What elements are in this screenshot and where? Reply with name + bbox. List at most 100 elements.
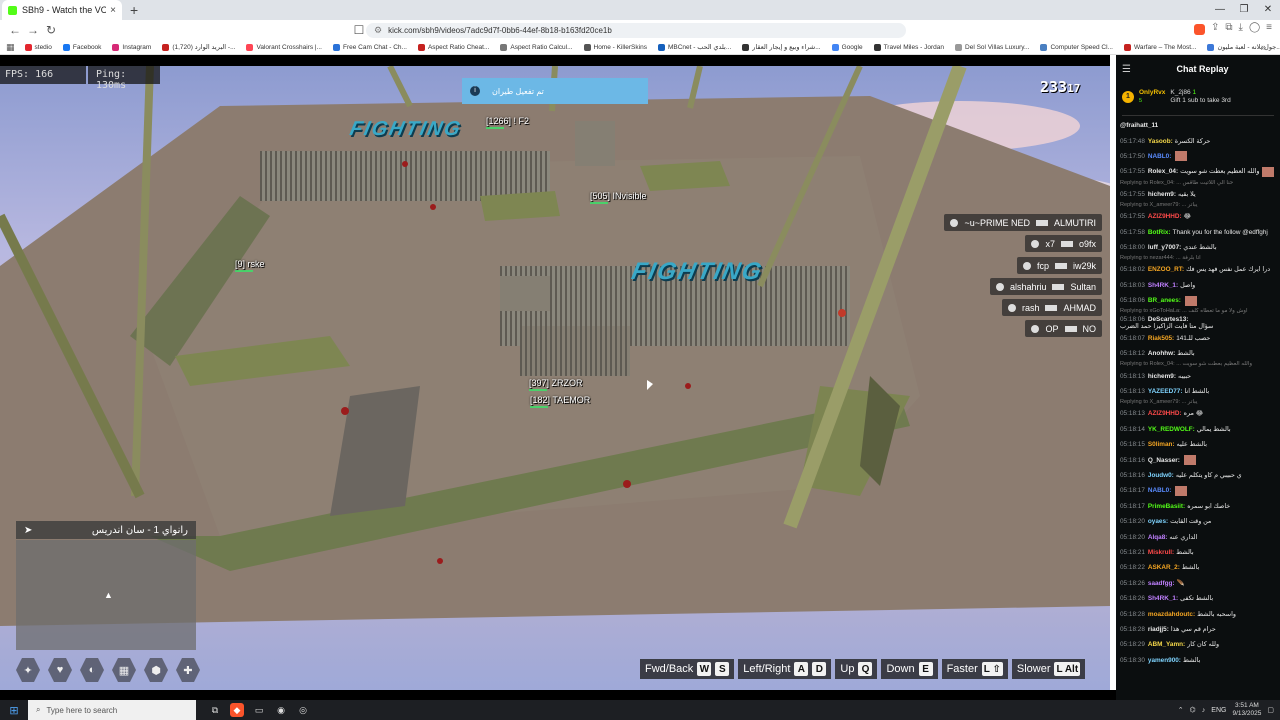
chat-username[interactable]: yamen900:: [1148, 657, 1181, 664]
bookmark-item[interactable]: Warfare – The Most...: [1123, 43, 1196, 51]
chat-message[interactable]: 05:18:14 YK_REDWOLF: بالشط يمالي: [1116, 422, 1280, 437]
bookmarks-overflow-icon[interactable]: »: [1261, 42, 1266, 52]
chat-message[interactable]: 05:17:55 AZIZ9HHD: 😂: [1116, 209, 1280, 224]
chat-message[interactable]: 05:18:07 Riak505: حصب للـ141: [1116, 331, 1280, 346]
back-icon[interactable]: ←: [6, 23, 24, 37]
bookmark-item[interactable]: Instagram: [112, 43, 151, 51]
chat-message[interactable]: 05:18:30 yamen900: بالشط: [1116, 653, 1280, 668]
chat-message[interactable]: 05:18:17 NABL0:: [1116, 483, 1280, 498]
chat-username[interactable]: BR_anees:: [1148, 297, 1181, 304]
chat-username[interactable]: S0liman:: [1148, 441, 1175, 448]
bookmark-item[interactable]: stedio: [24, 43, 52, 51]
chat-username[interactable]: AZIZ9HHD:: [1148, 410, 1182, 417]
chat-message[interactable]: 05:18:06 BR_anees:: [1116, 293, 1280, 308]
chat-message[interactable]: 05:18:15 S0liman: بالشط عليه: [1116, 437, 1280, 452]
bookmark-item[interactable]: Computer Speed Cl...: [1040, 43, 1113, 51]
share-icon[interactable]: ⇪: [1211, 22, 1219, 35]
chat-message[interactable]: 05:18:16 Joudw0: ي حبيبي م كاو يتكلم عليه: [1116, 468, 1280, 483]
chat-username[interactable]: Riak505:: [1148, 335, 1174, 342]
chat-message[interactable]: 05:18:26 saadfgg: 🪶: [1116, 576, 1280, 591]
media-icon[interactable]: ◎: [296, 703, 310, 717]
maximize-icon[interactable]: ❐: [1232, 0, 1256, 20]
downloads-icon[interactable]: ⤓: [1239, 22, 1243, 35]
chat-username[interactable]: ENZOO_RT:: [1148, 266, 1184, 273]
chat-username[interactable]: YK_REDWOLF:: [1148, 426, 1195, 433]
bookmark-item[interactable]: Travel Miles - Jordan: [873, 43, 944, 51]
chat-message[interactable]: 05:18:12 Anohhw: بالشط: [1116, 346, 1280, 361]
chat-message[interactable]: 05:18:00 luff_y7007: بالشط عندي: [1116, 240, 1280, 255]
bookmark-item[interactable]: Aspect Ratio Cheat...: [417, 43, 489, 51]
chat-username[interactable]: hichem9:: [1148, 191, 1176, 198]
chat-message[interactable]: 05:18:21 Miskrull: بالشط: [1116, 545, 1280, 560]
chat-message[interactable]: 05:18:22 ASKAR_2: بالشط: [1116, 560, 1280, 575]
chat-message[interactable]: 05:17:50 NABL0:: [1116, 149, 1280, 164]
chat-username[interactable]: DeScartes13:: [1148, 316, 1189, 323]
chat-username[interactable]: riadjj5:: [1148, 626, 1169, 633]
chat-username[interactable]: luff_y7007:: [1148, 244, 1181, 251]
chat-message[interactable]: 05:18:29 ABM_Yamn: ولله كان كار: [1116, 637, 1280, 652]
chat-username[interactable]: Q_Nasser:: [1148, 457, 1180, 464]
bookmark-item[interactable]: Facebook: [62, 43, 101, 51]
bookmark-item[interactable]: Del Sol Villas Luxury...: [955, 43, 1029, 51]
chat-username[interactable]: saadfgg:: [1148, 580, 1175, 587]
chat-username[interactable]: hichem9:: [1148, 373, 1176, 380]
task-view-icon[interactable]: ⧉: [208, 703, 222, 717]
bookmark-item[interactable]: شراء وبيع و إيجار العقار...: [742, 43, 821, 51]
profile-icon[interactable]: ◯: [1249, 22, 1260, 35]
clock[interactable]: 3:51 AM 9/13/2025: [1232, 702, 1261, 718]
chat-username[interactable]: ABM_Yamn:: [1148, 641, 1185, 648]
browser-tab[interactable]: SBh9 - Watch the VOD on Ki ×: [2, 0, 122, 20]
chat-username[interactable]: Sh4RK_1:: [1148, 282, 1178, 289]
chat-message[interactable]: 05:18:20 oyaes: من وقت القايت: [1116, 514, 1280, 529]
brave-icon[interactable]: ◆: [230, 703, 244, 717]
chat-username[interactable]: Alqa8:: [1148, 534, 1168, 541]
chat-message[interactable]: 05:17:58 BotRix: Thank you for the follow …: [1116, 224, 1280, 239]
chat-message[interactable]: 05:18:28 moazdahdoutc: واسحبه بالشط: [1116, 606, 1280, 621]
reload-icon[interactable]: ↻: [42, 23, 60, 37]
chat-username[interactable]: moazdahdoutc:: [1148, 611, 1195, 618]
volume-icon[interactable]: ♪: [1202, 707, 1206, 714]
bookmark-item[interactable]: Home - KillerSkins: [583, 43, 647, 51]
bookmark-item[interactable]: MBCnet - بلدي الحب...: [657, 43, 731, 51]
minimize-icon[interactable]: —: [1208, 0, 1232, 20]
chat-message[interactable]: 05:17:48 Yasoob: حركة الكسرة: [1116, 133, 1280, 148]
chat-username[interactable]: BotRix:: [1148, 229, 1171, 236]
chat-message[interactable]: 05:18:28 riadjj5: حرام قم سي هذا: [1116, 622, 1280, 637]
chat-message[interactable]: 05:18:02 ENZOO_RT: درا ايرك عمل نفس فهد يس…: [1116, 262, 1280, 277]
video-player[interactable]: FIGHTING FIGHTING FPS: 166 Ping: 130ms i…: [0, 66, 1110, 690]
bookmark-item[interactable]: Aspect Ratio Calcul...: [500, 43, 573, 51]
chat-username[interactable]: AZIZ9HHD:: [1148, 213, 1182, 220]
bookmark-item[interactable]: Free Cam Chat - Ch...: [333, 43, 407, 51]
apps-grid-icon[interactable]: ▦: [6, 42, 15, 53]
chat-message[interactable]: 05:17:55 Rolex_04: والله العظيم بعطت شو سو…: [1116, 164, 1280, 179]
chat-username[interactable]: Anohhw:: [1148, 350, 1175, 357]
taskbar-search[interactable]: ⌕ Type here to search: [28, 700, 196, 720]
chat-message[interactable]: @fraihatt_11: [1116, 118, 1280, 133]
chat-message[interactable]: 05:18:06 DeScartes13: سؤال متا فايت الزاكي…: [1116, 315, 1280, 331]
tab-close-icon[interactable]: ×: [110, 5, 116, 16]
chat-message[interactable]: 05:18:20 Alqa8: الداري عنه: [1116, 529, 1280, 544]
file-explorer-icon[interactable]: ▭: [252, 703, 266, 717]
chat-username[interactable]: @fraihatt_11: [1120, 122, 1158, 129]
extensions-icon[interactable]: ⧉: [1225, 22, 1232, 35]
chat-message[interactable]: 05:18:26 Sh4RK_1: بالشط تكفى: [1116, 591, 1280, 606]
url-field[interactable]: ⚙ kick.com/sbh9/videos/7adc9d7f-0bb6-44e…: [366, 23, 906, 38]
forward-icon[interactable]: →: [24, 23, 42, 37]
tray-chevron-icon[interactable]: ⌃: [1178, 706, 1184, 714]
windows-start-icon[interactable]: ⊞: [0, 704, 28, 717]
chat-username[interactable]: NABL0:: [1148, 487, 1171, 494]
chat-username[interactable]: Joudw0:: [1148, 472, 1174, 479]
bookmark-item[interactable]: (1,720) البريد الوارد -...: [162, 43, 235, 51]
close-window-icon[interactable]: ✕: [1256, 0, 1280, 20]
chat-message[interactable]: 05:18:13 AZIZ9HHD: مره 😂: [1116, 406, 1280, 421]
chat-message[interactable]: 05:18:13 hichem9: حبيبه: [1116, 368, 1280, 383]
chat-message[interactable]: 05:18:16 Q_Nasser:: [1116, 452, 1280, 467]
language-indicator[interactable]: ENG: [1211, 707, 1226, 714]
chat-message[interactable]: 05:18:13 YAZEED77: بالشط انا: [1116, 384, 1280, 399]
bookmark-item[interactable]: Google: [831, 43, 863, 51]
new-tab-button[interactable]: +: [130, 2, 138, 18]
chat-message[interactable]: 05:18:17 PrimeBasiit: خاصك ابو سمره: [1116, 499, 1280, 514]
chat-message[interactable]: 05:17:55 hichem9: يلا بقيه: [1116, 187, 1280, 202]
brave-shields-icon[interactable]: [1194, 24, 1205, 35]
notifications-icon[interactable]: ▢: [1267, 706, 1274, 714]
